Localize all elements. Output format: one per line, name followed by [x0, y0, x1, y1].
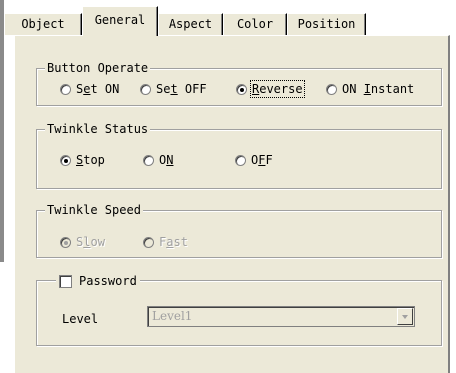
radio-slow-label: Slow: [76, 235, 105, 249]
level-label: Level: [62, 312, 99, 326]
tab-color[interactable]: Color: [223, 13, 287, 35]
left-window-edge: [0, 0, 4, 262]
radio-stop[interactable]: Stop: [60, 153, 105, 167]
radio-slow: Slow: [60, 235, 105, 249]
twinkle-speed-group: Twinkle Speed: [36, 202, 442, 258]
radio-stop-indicator[interactable]: [60, 154, 71, 166]
radio-set-off-label: Set OFF: [156, 82, 207, 96]
radio-off-indicator[interactable]: [235, 154, 246, 166]
tab-object[interactable]: Object: [4, 13, 82, 35]
twinkle-speed-legend: Twinkle Speed: [45, 202, 143, 218]
radio-set-off[interactable]: Set OFF: [140, 82, 207, 96]
radio-set-off-indicator[interactable]: [140, 83, 151, 95]
level-select-value: Level1: [152, 309, 193, 323]
radio-slow-indicator: [60, 236, 71, 248]
radio-stop-label: Stop: [76, 153, 105, 167]
radio-set-on-indicator[interactable]: [60, 83, 71, 95]
radio-on-label: ON: [159, 153, 174, 167]
radio-on-instant-indicator[interactable]: [326, 83, 337, 95]
radio-fast-indicator: [143, 236, 154, 248]
password-checkbox-label: Password: [79, 274, 137, 288]
tab-general[interactable]: General: [82, 6, 158, 36]
radio-fast: Fast: [143, 235, 188, 249]
password-checkbox-row[interactable]: Password: [56, 274, 140, 288]
button-operate-legend: Button Operate: [45, 60, 151, 76]
radio-reverse[interactable]: Reverse: [236, 80, 305, 98]
radio-on[interactable]: ON: [143, 153, 173, 167]
radio-reverse-indicator[interactable]: [236, 83, 247, 95]
radio-set-on-label: Set ON: [76, 82, 120, 96]
tab-position[interactable]: Position: [287, 13, 366, 35]
radio-reverse-label: Reverse: [250, 80, 305, 98]
tab-aspect[interactable]: Aspect: [158, 13, 223, 35]
radio-on-instant[interactable]: ON Instant: [326, 82, 414, 96]
radio-set-on[interactable]: Set ON: [60, 82, 119, 96]
radio-on-indicator[interactable]: [143, 154, 154, 166]
radio-off-label: OFF: [251, 153, 273, 167]
twinkle-status-legend: Twinkle Status: [45, 121, 151, 137]
chevron-down-icon: [397, 308, 413, 325]
radio-on-instant-label: ON Instant: [342, 82, 415, 96]
password-checkbox[interactable]: [59, 274, 72, 288]
level-select: Level1: [147, 306, 415, 327]
radio-off[interactable]: OFF: [235, 153, 273, 167]
radio-fast-label: Fast: [159, 235, 188, 249]
